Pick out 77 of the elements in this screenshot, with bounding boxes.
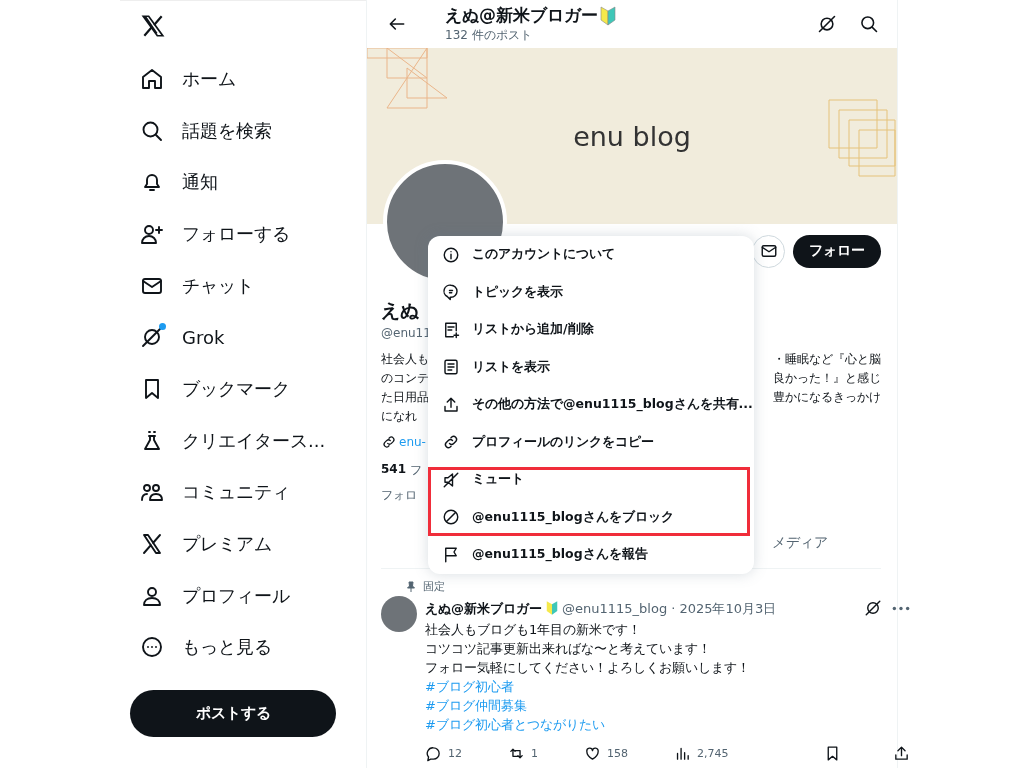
post-date: · 2025年10月3日: [671, 599, 777, 618]
pin-icon: [405, 580, 417, 593]
menu-item[interactable]: プロフィールのリンクをコピー: [428, 423, 754, 461]
profile-name-title: えぬ@新米ブロガー: [445, 4, 598, 27]
info-icon: [442, 245, 460, 264]
nav-item[interactable]: フォローする: [130, 208, 356, 260]
post-count: 132 件のポスト: [445, 27, 533, 44]
menu-item[interactable]: その他の方法で@enu1115_blogさんを共有...: [428, 386, 754, 424]
bio-text: 良かった！』と感じ: [773, 370, 881, 387]
menu-item[interactable]: リストから追加/削除: [428, 311, 754, 349]
bio-text: のコンテ: [381, 370, 429, 387]
bio-text: た日用品: [381, 389, 429, 406]
x-icon: [140, 532, 164, 557]
nav-item[interactable]: 通知: [130, 156, 356, 209]
list-add-icon: [442, 320, 460, 339]
mail-icon: [759, 242, 778, 260]
pinned-label: 固定: [423, 579, 445, 594]
views-button[interactable]: 2,745: [674, 745, 729, 762]
share-icon: [442, 395, 460, 414]
nav-item[interactable]: クリエイタース...: [130, 414, 356, 467]
nav-item[interactable]: ホーム: [130, 53, 356, 105]
menu-item[interactable]: リストを表示: [428, 348, 754, 386]
nav-item[interactable]: チャット: [130, 259, 356, 312]
flag-icon: [442, 545, 460, 564]
post-text: フォロー気軽にしてください！よろしくお願いします！: [425, 659, 751, 677]
block-icon: [442, 508, 460, 527]
followers-link[interactable]: フォロ: [381, 487, 417, 504]
post-author: えぬ@新米ブロガー: [425, 599, 542, 618]
message-button[interactable]: [752, 234, 785, 268]
bio-text: ・睡眠など『心と脳: [773, 351, 881, 368]
following-count: 541: [381, 462, 407, 478]
post-text: 社会人もブログも1年目の新米です！: [425, 621, 643, 639]
menu-item[interactable]: @enu1115_blogさんを報告: [428, 536, 754, 574]
bio-text: 豊かになるきっかけ: [773, 389, 881, 406]
upload-icon: [892, 745, 910, 762]
follow-button[interactable]: フォロー: [793, 234, 881, 268]
reply-button[interactable]: 12: [425, 745, 462, 762]
post-button[interactable]: ポストする: [130, 690, 336, 738]
home-icon: [140, 66, 164, 91]
menu-item[interactable]: ミュート: [428, 461, 754, 499]
search-icon: [859, 14, 879, 34]
nav-item[interactable]: プロフィール: [130, 569, 356, 622]
like-button[interactable]: 158: [584, 745, 628, 762]
bio-text: 社会人も: [381, 351, 429, 368]
views-icon: [674, 745, 691, 762]
following-label: フ: [410, 462, 423, 479]
beginner-mark-icon: [600, 5, 616, 26]
mute-icon: [442, 470, 460, 489]
like-icon: [584, 745, 601, 762]
nav-item[interactable]: Grok: [130, 311, 356, 364]
nav-item[interactable]: コミュニティ: [130, 466, 356, 519]
grok-icon: [817, 14, 837, 34]
reply-icon: [425, 745, 442, 762]
nav-item[interactable]: 話題を検索: [130, 104, 356, 157]
post-handle: @enu1115_blog: [562, 599, 668, 618]
topic-icon: [442, 283, 460, 302]
list-icon: [442, 358, 460, 377]
more-icon: [891, 605, 910, 611]
bio-text: になれ: [381, 408, 418, 425]
post-avatar: [381, 596, 417, 632]
menu-item[interactable]: このアカウントについて: [428, 236, 754, 274]
nav-item[interactable]: ブックマーク: [130, 363, 356, 415]
grok-icon: [863, 599, 882, 617]
profile-handle: @enu11: [381, 326, 431, 340]
repost-button[interactable]: 1: [508, 745, 538, 762]
beginner-mark-icon: [546, 600, 558, 616]
x-logo-icon[interactable]: [140, 13, 166, 39]
more-icon: [140, 635, 164, 660]
profile-name: えぬ: [381, 298, 419, 323]
nav-item[interactable]: プレミアム: [130, 518, 356, 570]
banner-title: enu blog: [573, 120, 691, 152]
profile-tab[interactable]: メディア: [772, 534, 828, 552]
menu-item[interactable]: トピックを表示: [428, 273, 754, 311]
post-text: コツコツ記事更新出来ればな〜と考えています！: [425, 640, 712, 658]
menu-item[interactable]: @enu1115_blogさんをブロック: [428, 498, 754, 536]
link-icon: [381, 434, 397, 450]
nav-item[interactable]: もっと見る: [130, 621, 356, 674]
